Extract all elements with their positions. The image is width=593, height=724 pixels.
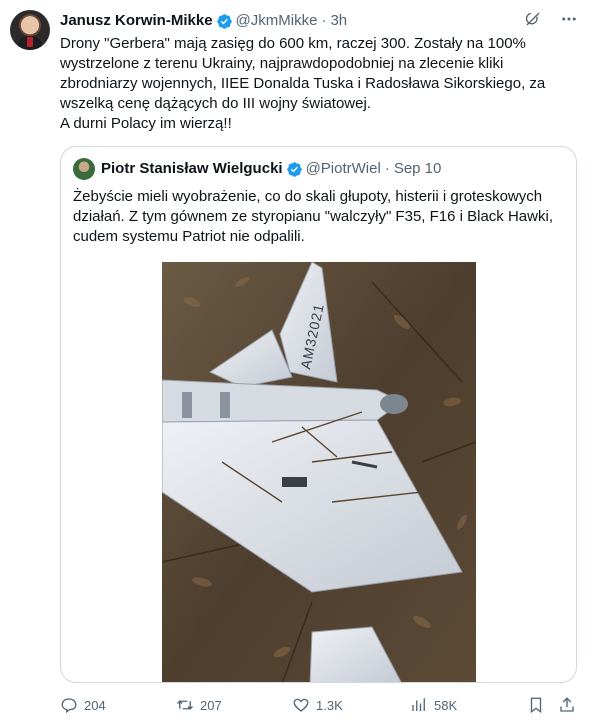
views-icon	[412, 698, 425, 711]
reply-count: 204	[84, 697, 106, 713]
separator-dot: ·	[321, 12, 327, 29]
views-button[interactable]: 58K	[410, 693, 457, 717]
grok-button[interactable]	[523, 9, 543, 29]
reply-icon	[61, 698, 77, 714]
drone-wreck-photo: AM32021	[162, 262, 476, 682]
quoted-author-name[interactable]: Piotr Stanisław Wielgucki	[101, 159, 283, 179]
separator-dot: ·	[384, 160, 390, 177]
author-name[interactable]: Janusz Korwin-Mikke	[60, 11, 213, 31]
author-handle[interactable]: @JkmMikke	[236, 11, 318, 31]
tweet[interactable]: Janusz Korwin-Mikke @JkmMikke · 3h Drony…	[0, 0, 593, 724]
bookmark-icon	[530, 697, 542, 714]
top-actions	[523, 9, 579, 29]
views-count: 58K	[434, 697, 458, 713]
repost-count: 207	[200, 697, 222, 713]
reply-button[interactable]: 204	[60, 693, 106, 717]
more-button[interactable]	[559, 9, 579, 29]
quoted-text: Żebyście mieli wyobrażenie, co do skali …	[73, 188, 558, 245]
tweet-time[interactable]: 3h	[330, 11, 347, 31]
grok-icon	[525, 12, 540, 26]
repost-button[interactable]: 207	[176, 693, 222, 717]
like-button[interactable]: 1.3K	[292, 693, 343, 717]
quoted-header: Piotr Stanisław Wielgucki @PiotrWiel · S…	[101, 159, 441, 179]
more-icon	[562, 17, 576, 21]
author-avatar[interactable]	[10, 10, 50, 50]
tweet-actions: 204 207 1.3K 58K	[60, 693, 580, 717]
quoted-photo[interactable]: AM32021	[162, 262, 476, 682]
quoted-author-avatar[interactable]	[73, 158, 95, 180]
like-count: 1.3K	[316, 697, 343, 713]
quoted-time[interactable]: Sep 10	[394, 159, 442, 179]
share-button[interactable]	[558, 693, 576, 717]
tweet-header: Janusz Korwin-Mikke @JkmMikke · 3h	[60, 11, 347, 31]
quoted-tweet[interactable]: Piotr Stanisław Wielgucki @PiotrWiel · S…	[60, 146, 577, 683]
bookmark-button[interactable]	[527, 693, 545, 717]
repost-icon	[177, 700, 193, 710]
quoted-author-handle[interactable]: @PiotrWiel	[306, 159, 381, 179]
tweet-text: Drony "Gerbera" mają zasięg do 600 km, r…	[60, 35, 546, 132]
verified-badge-icon	[216, 13, 232, 29]
like-icon	[293, 698, 309, 712]
share-icon	[560, 697, 574, 712]
verified-badge-icon	[286, 161, 302, 177]
